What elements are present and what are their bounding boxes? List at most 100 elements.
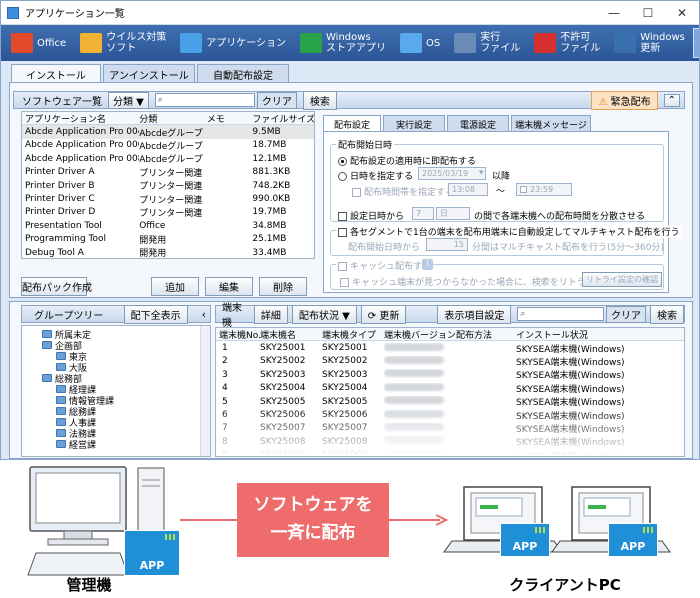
radio-immediate[interactable]: 配布設定の適用時に即配布する (338, 154, 476, 167)
col-category[interactable]: 分類 (139, 112, 207, 125)
group-tree: 所属未定 企画部 東京 大阪 総務部 経理課 情報管理課 総務課 人事課 法務課 経営課 (21, 325, 211, 457)
toolbar-windows-update[interactable]: Windows 更新 (608, 28, 691, 58)
terminal-column-header[interactable]: インストール状況 (516, 328, 666, 341)
terminal-row[interactable]: 2 SKY25002 SKY25002 SKYSEA端末機(Windows) (216, 355, 684, 368)
create-pack-button[interactable]: 配布パック作成 (21, 277, 92, 296)
edit-button[interactable]: 編集 (205, 277, 253, 296)
toolbar-software-distribution[interactable]: ソフトウェア 配布 (692, 28, 699, 58)
windows-update-icon (614, 33, 637, 53)
toolbar-denied-file[interactable]: 不許可 ファイル (528, 28, 606, 58)
maximize-button[interactable]: ☐ (631, 6, 665, 20)
refresh-button[interactable]: ⟳ 更新 (360, 304, 407, 324)
col-app-name[interactable]: アプリケーション名 (22, 112, 139, 125)
office-icon (11, 33, 33, 53)
distribution-status-button[interactable]: 配布状況 ▼ (291, 304, 357, 324)
calendar-icon[interactable]: ▾ (479, 168, 484, 178)
multicast-minutes-input[interactable]: 15 (426, 238, 468, 251)
classify-dropdown[interactable]: 分類 ▼ (108, 91, 149, 109)
toolbar-store-apps[interactable]: Windows ストアアプリ (294, 28, 392, 58)
software-row[interactable]: Abcde Application Pro 004 Abcdeグループ 9.5MB (22, 125, 314, 139)
software-row[interactable]: Abcde Application Pro 006 Abcdeグループ 18.7MB (22, 139, 314, 152)
cache-retry-checkbox[interactable]: キャッシュ端末が見つからなかった場合に、検索をリトライする (340, 275, 613, 288)
software-row[interactable]: Presentation Tool Office 34.8MB (22, 219, 314, 232)
delete-button[interactable]: 削除 (259, 277, 307, 296)
terminal-column-header[interactable]: 配布方法 (456, 328, 516, 341)
software-row[interactable]: Programming Tool 開発用 25.1MB (22, 233, 314, 246)
fade-overlay (216, 406, 684, 456)
checkbox-icon (340, 278, 349, 287)
terminal-cell: 2 (222, 356, 228, 367)
terminal-row[interactable]: 3 SKY25003 SKY25003 SKYSEA端末機(Windows) (216, 368, 684, 381)
tab-install[interactable]: インストール (11, 64, 101, 82)
display-settings-button[interactable]: 表示項目設定 (437, 304, 512, 324)
collapse-up-icon[interactable]: ⌃ (663, 93, 680, 107)
toolbar-label: ウイルス対策 ソフト (106, 32, 167, 54)
time-from-input[interactable]: 13:08 (448, 183, 488, 196)
col-memo[interactable]: メモ (207, 112, 253, 125)
software-cell: Abcde Application Pro 006 (25, 140, 140, 151)
minimize-button[interactable]: — (597, 6, 631, 20)
col-filesize[interactable]: ファイルサイズ (252, 112, 314, 125)
software-row[interactable]: Printer Driver D プリンター関連 19.7MB (22, 206, 314, 219)
time-window-checkbox[interactable]: 配布時間帯を指定する (352, 185, 454, 198)
toolbar-exec-file[interactable]: 実行 ファイル (448, 28, 526, 58)
software-cell: 12.1MB (252, 153, 287, 164)
info-icon[interactable]: i (422, 259, 433, 270)
toolbar-antivirus[interactable]: ウイルス対策 ソフト (74, 28, 172, 58)
software-search-button[interactable]: 検索 (302, 90, 337, 110)
radio-specify-date[interactable]: 日時を指定する (338, 169, 413, 182)
spread-days-input[interactable]: 7 (412, 207, 434, 220)
terminal-header: 端末機 詳細 配布状況 ▼ ⟳ 更新 表示項目設定 ⌕ クリア 検索 (215, 303, 685, 329)
software-row[interactable]: Printer Driver C プリンター関連 990.0KB (22, 192, 314, 206)
software-row[interactable]: Printer Driver B プリンター関連 748.2KB (22, 179, 314, 193)
software-clear-button[interactable]: クリア (256, 91, 297, 109)
cache-checkbox[interactable]: キャッシュ配布する (336, 259, 434, 272)
software-row[interactable]: Debug Tool A 開発用 33.4MB (22, 246, 314, 258)
terminal-column-header[interactable]: 端末機バージョン (384, 328, 456, 341)
software-cell: 25.1MB (252, 234, 287, 245)
multicast-checkbox[interactable]: 各セグメントで1台の端末を配布用端末に自動設定してマルチキャスト配布を行う (336, 225, 682, 238)
toolbar-label: Windows 更新 (640, 32, 685, 54)
detail-button[interactable]: 詳細 (253, 304, 288, 324)
toolbar-application[interactable]: アプリケーション (174, 28, 292, 58)
cache-label: キャッシュ配布する (350, 262, 432, 272)
group-icon (56, 418, 66, 426)
terminal-cell: 3 (222, 369, 228, 380)
retry-settings-button[interactable]: リトライ設定の確認 (582, 272, 662, 287)
radio-date-label: 日時を指定する (350, 172, 414, 182)
terminal-row[interactable]: 1 SKY25001 SKY25001 SKYSEA端末機(Windows) (216, 341, 684, 355)
terminal-search-button[interactable]: 検索 (650, 304, 684, 324)
software-row[interactable]: Printer Driver A プリンター関連 881.3KB (22, 166, 314, 179)
terminal-search-input[interactable]: ⌕ (517, 307, 604, 321)
after-label: 以降 (492, 172, 511, 182)
software-list-header: ソフトウェア一覧 分類 ▼ ⌕ クリア 検索 ⚠ 緊急配布 ⌃ (13, 90, 685, 110)
client-caption: クライアントPC (509, 576, 621, 594)
close-button[interactable]: ✕ (665, 6, 699, 20)
software-search-input[interactable]: ⌕ (154, 93, 255, 107)
application-list-window: アプリケーション一覧 — ☐ ✕ Office ウイルス対策 ソフト アプリケーショ… (0, 0, 700, 460)
tab-auto-distribution[interactable]: 自動配布設定 (197, 64, 289, 82)
spread-checkbox[interactable]: 設定日時から (338, 209, 404, 222)
terminal-column-header[interactable]: 端末機名 (260, 328, 322, 341)
terminal-clear-button[interactable]: クリア (606, 305, 646, 323)
software-row[interactable]: Abcde Application Pro 008 Abcdeグループ 12.1MB (22, 152, 314, 166)
redacted-version (384, 342, 444, 351)
terminal-column-header[interactable]: 端末機タイプ (322, 328, 384, 341)
tab-uninstall[interactable]: アンインストール (103, 64, 195, 82)
redacted-version (384, 355, 444, 364)
toolbar-office[interactable]: Office (5, 28, 72, 58)
chevron-left-icon[interactable]: ‹ (202, 308, 206, 321)
tree-node[interactable]: 経営課 (56, 438, 96, 451)
terminal-column-header[interactable]: 端末機No. (216, 328, 260, 341)
time-to-input[interactable]: 23:59 (516, 183, 572, 196)
add-button[interactable]: 追加 (151, 277, 199, 296)
toolbar-os[interactable]: OS (394, 28, 446, 58)
date-input[interactable]: 2025/03/19 (418, 167, 486, 180)
antivirus-icon (80, 33, 103, 53)
spread-unit-select[interactable]: 日 (436, 207, 470, 220)
group-icon (42, 374, 52, 382)
urgent-distribution-button[interactable]: ⚠ 緊急配布 (591, 90, 658, 110)
show-all-button[interactable]: 配下全表示 (123, 304, 188, 324)
tree-scrollbar[interactable] (200, 326, 210, 456)
terminal-row[interactable]: 4 SKY25004 SKY25004 SKYSEA端末機(Windows) (216, 382, 684, 395)
